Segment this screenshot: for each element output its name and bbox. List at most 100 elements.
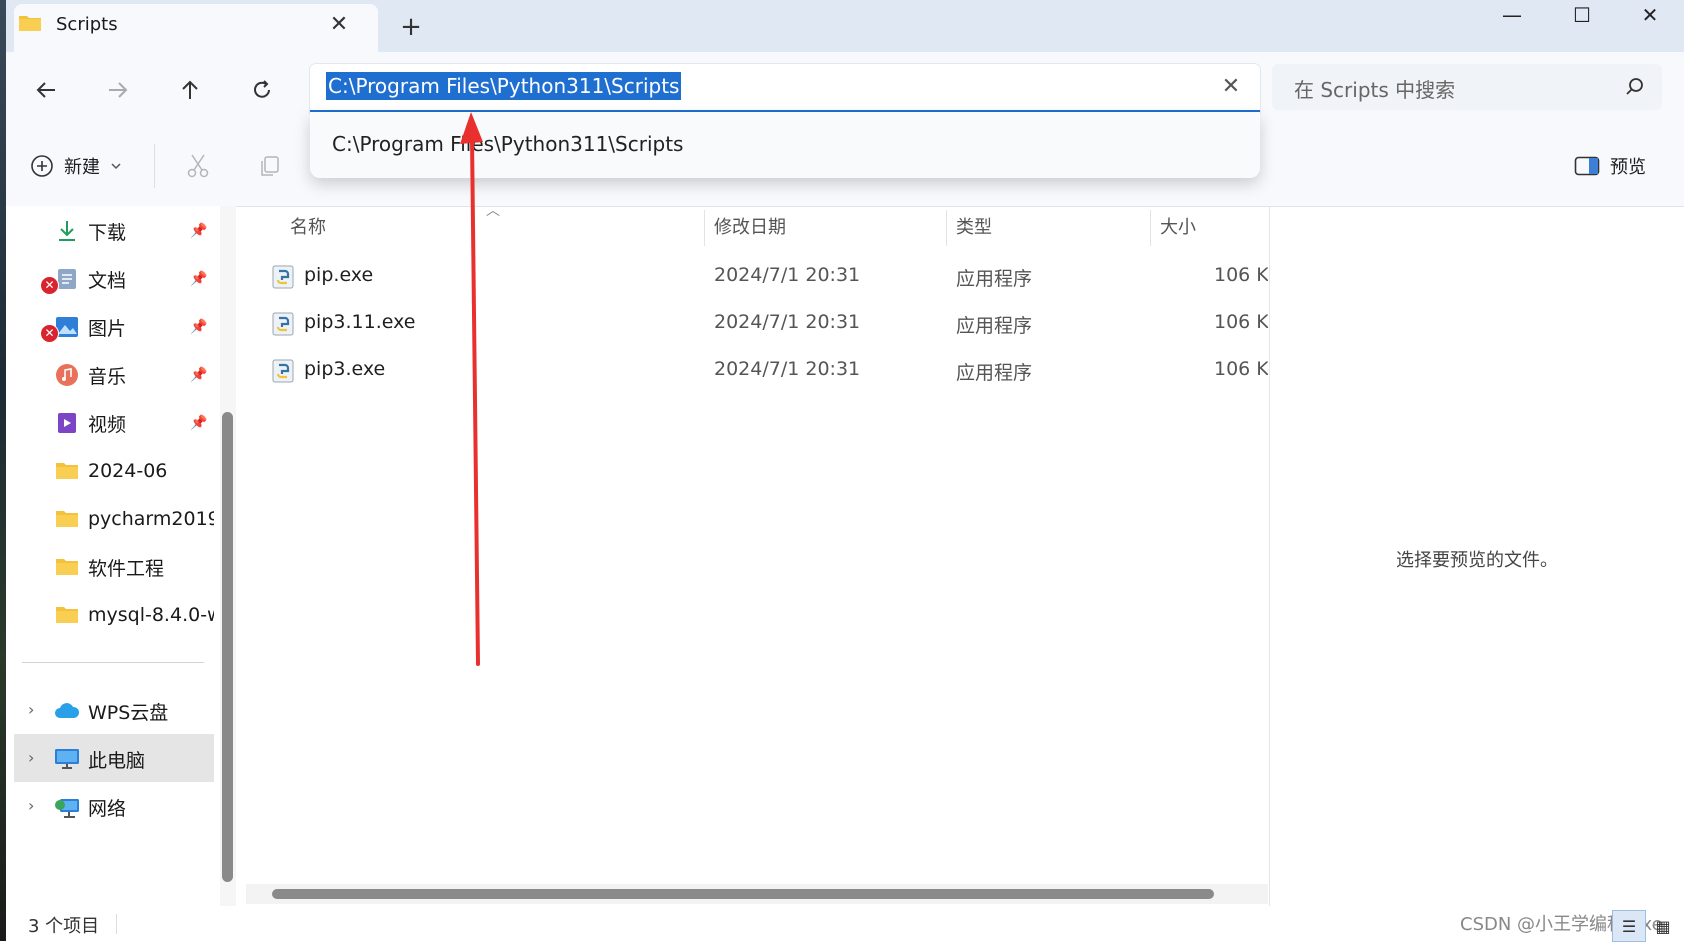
pin-icon[interactable]: 📌 <box>188 319 210 335</box>
new-tab-button[interactable]: + <box>392 8 430 46</box>
chevron-right-icon[interactable]: › <box>28 700 48 720</box>
status-separator <box>116 914 117 934</box>
sidebar-item-label: mysql-8.4.0-wi <box>88 604 214 626</box>
column-header-type[interactable]: 类型 <box>956 206 992 250</box>
download-icon <box>54 218 80 244</box>
plus-circle-icon <box>31 155 53 177</box>
sidebar-item-pycharm[interactable]: pycharm2019.1 <box>20 496 214 542</box>
forward-button[interactable] <box>98 70 138 110</box>
preview-label: 预览 <box>1610 157 1646 178</box>
sidebar-item-label: 软件工程 <box>88 557 165 580</box>
back-button[interactable] <box>26 70 66 110</box>
close-window-button[interactable]: ✕ <box>1614 0 1684 30</box>
sidebar-item-label: WPS云盘 <box>88 701 169 724</box>
tab-title: Scripts <box>56 14 118 35</box>
sidebar-item-pictures[interactable]: ✕ 图片 📌 <box>20 304 214 350</box>
details-view-button[interactable]: ☰ <box>1612 910 1646 942</box>
suggestion-item[interactable]: C:\Program Files\Python311\Scripts <box>332 132 683 156</box>
file-modified: 2024/7/1 20:31 <box>714 311 861 333</box>
file-size: 106 KB <box>1214 358 1268 380</box>
address-input[interactable]: C:\Program Files\Python311\Scripts <box>326 72 682 100</box>
arrow-right-icon <box>109 82 128 98</box>
pin-icon[interactable]: 📌 <box>188 415 210 431</box>
sidebar-item-mysql[interactable]: mysql-8.4.0-wi <box>20 592 214 638</box>
file-modified: 2024/7/1 20:31 <box>714 264 861 286</box>
sidebar-item-label: 图片 <box>88 317 127 340</box>
file-row[interactable]: pip3.exe 2024/7/1 20:31 应用程序 106 KB <box>248 348 1268 394</box>
search-box[interactable]: 在 Scripts 中搜索 <box>1272 64 1662 110</box>
preview-pane-divider[interactable] <box>1269 206 1270 906</box>
sidebar-item-label: 文档 <box>88 269 127 292</box>
music-icon <box>54 362 80 388</box>
tab-close-icon[interactable]: ✕ <box>322 8 356 42</box>
sidebar-item-videos[interactable]: 视频 📌 <box>20 400 214 446</box>
sidebar-item-label: 下载 <box>88 221 127 244</box>
error-badge-icon: ✕ <box>40 324 59 343</box>
file-list-hscrollbar-thumb[interactable] <box>272 889 1214 899</box>
column-separator[interactable] <box>704 210 705 246</box>
cut-button[interactable] <box>180 148 216 184</box>
column-separator[interactable] <box>1150 210 1151 246</box>
chevron-right-icon[interactable]: › <box>28 748 48 768</box>
sidebar-item-label: 此电脑 <box>88 749 146 772</box>
sidebar-item-software-engineering[interactable]: 软件工程 <box>20 544 214 590</box>
sidebar-item-label: pycharm2019.1 <box>88 508 214 530</box>
minimize-button[interactable]: — <box>1476 0 1548 30</box>
sidebar-item-wps-cloud[interactable]: › WPS云盘 <box>20 688 214 734</box>
pin-icon[interactable]: 📌 <box>188 223 210 239</box>
refresh-button[interactable] <box>242 70 282 110</box>
sidebar-scrollbar-thumb[interactable] <box>222 412 233 882</box>
folder-icon <box>18 14 42 32</box>
folder-icon <box>54 554 80 580</box>
error-badge-icon: ✕ <box>40 276 59 295</box>
arrow-left-icon <box>36 82 55 98</box>
toolbar-separator <box>154 144 155 188</box>
file-row[interactable]: pip3.11.exe 2024/7/1 20:31 应用程序 106 KB <box>248 301 1268 347</box>
picture-icon: ✕ <box>40 314 80 343</box>
file-size: 106 KB <box>1214 264 1268 286</box>
sidebar-item-network[interactable]: › 网络 <box>20 784 214 830</box>
clear-icon[interactable]: ✕ <box>1214 70 1248 104</box>
address-suggestions: C:\Program Files\Python311\Scripts <box>310 112 1260 178</box>
maximize-button[interactable]: ☐ <box>1546 0 1618 30</box>
network-icon <box>54 794 80 820</box>
column-header-modified[interactable]: 修改日期 <box>714 206 786 250</box>
pin-icon[interactable]: 📌 <box>188 367 210 383</box>
file-size: 106 KB <box>1214 311 1268 333</box>
copy-button[interactable] <box>252 148 288 184</box>
preview-pane-icon <box>1574 156 1600 176</box>
preview-message: 选择要预览的文件。 <box>1396 550 1558 571</box>
new-button[interactable]: 新建 <box>30 148 122 184</box>
chevron-right-icon[interactable]: › <box>28 796 48 816</box>
item-count: 3 个项目 <box>28 916 100 937</box>
up-button[interactable] <box>170 70 210 110</box>
file-row[interactable]: pip.exe 2024/7/1 20:31 应用程序 106 KB <box>248 254 1268 300</box>
grid-view-icon: ▦ <box>1655 916 1671 936</box>
sidebar-item-label: 2024-06 <box>88 460 168 482</box>
annotation-arrow-icon <box>460 112 483 666</box>
address-bar[interactable]: C:\Program Files\Python311\Scripts ✕ <box>310 64 1260 113</box>
arrow-up-icon <box>182 80 198 99</box>
new-button-label: 新建 <box>64 157 100 178</box>
sidebar-item-label: 视频 <box>88 413 127 436</box>
file-name: pip3.11.exe <box>304 311 416 333</box>
sidebar-item-2024-06[interactable]: 2024-06 <box>20 448 214 494</box>
python-exe-icon <box>272 358 296 384</box>
search-icon[interactable] <box>1624 76 1646 98</box>
cloud-icon <box>54 698 80 724</box>
sidebar-item-documents[interactable]: ✕ 文档 📌 <box>20 256 214 302</box>
column-separator[interactable] <box>946 210 947 246</box>
column-header-name[interactable]: 名称 <box>290 206 326 250</box>
sidebar-item-music[interactable]: 音乐 📌 <box>20 352 214 398</box>
sidebar-item-this-pc[interactable]: › 此电脑 <box>20 736 214 782</box>
sidebar-item-label: 网络 <box>88 797 127 820</box>
sidebar-item-downloads[interactable]: 下载 📌 <box>20 208 214 254</box>
copy-icon <box>261 156 279 176</box>
tiles-view-button[interactable]: ▦ <box>1648 912 1678 940</box>
preview-pane-button[interactable]: 预览 <box>1574 148 1646 184</box>
pin-icon[interactable]: 📌 <box>188 271 210 287</box>
folder-icon <box>54 458 80 484</box>
folder-icon <box>54 602 80 628</box>
search-input[interactable]: 在 Scripts 中搜索 <box>1294 74 1455 103</box>
column-header-size[interactable]: 大小 <box>1160 206 1196 250</box>
